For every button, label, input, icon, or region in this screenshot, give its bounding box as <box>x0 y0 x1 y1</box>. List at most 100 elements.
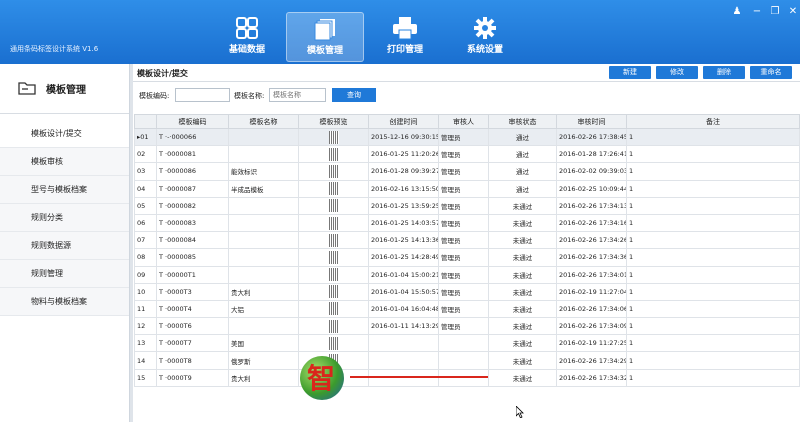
cell-preview <box>298 162 369 181</box>
template-thumbnail[interactable] <box>328 182 339 196</box>
table-row[interactable]: 04 T ·0000087 半成品模板 2016-02-16 13:15:50 管理员通… <box>134 179 800 198</box>
cell-code: T ·0000T6 <box>156 317 229 336</box>
sidebar-item-rule-management[interactable]: 规则管理 <box>0 260 129 288</box>
cell-preview <box>298 248 369 267</box>
cell-code: T ·0000T3 <box>156 282 229 301</box>
edit-button[interactable]: 修改 <box>656 66 698 79</box>
cell-reviewed: 2016-02-25 10:09:44 <box>556 179 627 198</box>
cell-name: 贵大利 <box>228 282 299 301</box>
cell-name <box>228 231 299 250</box>
table-row[interactable]: 03 T ·0000086 能效标识 2016-01-28 09:39:27 管理员 通过… <box>134 162 800 181</box>
col-status[interactable]: 审核状态 <box>488 114 557 129</box>
cell-preview <box>298 334 369 353</box>
cell-code: T ·0000T4 <box>156 299 229 319</box>
app-header: 通用条码标签设计系统 V1.6 基础数据 模板管理 打印管理 系统设置 ♟ − … <box>0 0 800 64</box>
sidebar-item-model-template[interactable]: 型号与模板档案 <box>0 176 129 204</box>
cell-preview <box>298 231 369 250</box>
table-row[interactable]: 06 T ·0000083 2016-01-25 14:03:57 管理员 未通过 201… <box>134 213 800 233</box>
rename-button[interactable]: 重命名 <box>750 66 792 79</box>
nav-print-management[interactable]: 打印管理 <box>366 12 444 62</box>
sidebar-item-rule-datasource[interactable]: 规则数据源 <box>0 232 129 260</box>
sidebar-item-template-review[interactable]: 模板审核 <box>0 148 129 176</box>
cell-created: 2016-01-11 14:13:29 <box>368 317 439 336</box>
code-input[interactable] <box>175 88 230 102</box>
rowno: 11 <box>134 299 157 319</box>
query-button[interactable]: 查询 <box>332 88 376 102</box>
user-icon[interactable]: ♟ <box>730 6 744 17</box>
cell-note: 1 <box>626 231 800 250</box>
minimize-icon[interactable]: − <box>750 6 764 17</box>
table-row[interactable]: 09 T ·00000T1 2016-01-04 15:00:21 管理员 未通过 201… <box>134 265 800 284</box>
grid-icon <box>208 12 286 42</box>
cell-code: T ·0000082 <box>156 196 229 215</box>
template-thumbnail[interactable] <box>328 302 339 316</box>
cell-name <box>228 265 299 284</box>
cell-status: 通过 <box>488 162 557 181</box>
cell-created: 2016-01-28 09:39:27 <box>368 162 439 181</box>
col-code[interactable]: 模板编码 <box>156 114 229 129</box>
cell-code: T ·0000085 <box>156 248 229 267</box>
cell-reviewer: 管理员 <box>438 145 489 164</box>
close-icon[interactable]: ✕ <box>786 6 800 17</box>
table-row[interactable]: ▸01 T ·-·000066 2015-12-16 09:30:15 管理员 通过 20… <box>134 127 800 147</box>
table-row[interactable]: 05 T ·0000082 2016-01-25 13:59:25 管理员 未通过 201… <box>134 196 800 215</box>
gear-icon <box>446 12 524 42</box>
sidebar-item-rule-category[interactable]: 规则分类 <box>0 204 129 232</box>
table-row[interactable]: 02 T ·0000081 2016-01-25 11:20:26 管理员 通过 2016… <box>134 145 800 164</box>
table-row[interactable]: 12 T ·0000T6 2016-01-11 14:13:29 管理员 未通过 2016… <box>134 317 800 336</box>
template-thumbnail[interactable] <box>328 336 339 350</box>
cell-code: T ·0000081 <box>156 145 229 164</box>
delete-button[interactable]: 删除 <box>703 66 745 79</box>
code-label: 模板编码: <box>139 92 170 100</box>
cell-name: 大铝 <box>228 299 299 319</box>
cell-created: 2016-01-25 14:13:36 <box>368 231 439 250</box>
rowno: 03 <box>134 162 157 181</box>
template-thumbnail[interactable] <box>328 147 339 161</box>
template-thumbnail[interactable] <box>328 199 339 213</box>
new-button[interactable]: 新建 <box>609 66 651 79</box>
col-reviewed[interactable]: 审核时间 <box>556 114 627 129</box>
template-table: 模板编码 模板名称 模板预览 创建时间 审核人 审核状态 审核时间 备注 ▸01… <box>134 114 800 387</box>
template-thumbnail[interactable] <box>328 164 339 178</box>
cell-status: 未通过 <box>488 231 557 250</box>
rowno: 13 <box>134 334 157 353</box>
col-preview[interactable]: 模板预览 <box>298 114 369 129</box>
table-row[interactable]: 11 T ·0000T4 大铝 2016-01-04 16:04:48 管理员 未通过 20… <box>134 299 800 319</box>
nav-system-settings[interactable]: 系统设置 <box>446 12 524 62</box>
template-thumbnail[interactable] <box>328 130 339 144</box>
sidebar-item-template-design[interactable]: 模板设计/提交 <box>0 120 129 148</box>
template-thumbnail[interactable] <box>328 216 339 230</box>
col-reviewer[interactable]: 审核人 <box>438 114 489 129</box>
cell-created: 2016-01-04 15:00:21 <box>368 265 439 284</box>
template-thumbnail[interactable] <box>328 250 339 264</box>
template-thumbnail[interactable] <box>328 285 339 299</box>
cell-preview <box>298 299 369 319</box>
table-row[interactable]: 08 T ·0000085 2016-01-25 14:28:49 管理员 未通过 201… <box>134 248 800 267</box>
main-toolbar: 模板设计/提交 新建 修改 删除 重命名 <box>133 64 800 82</box>
table-row[interactable]: 10 T ·0000T3 贵大利 2016-01-04 15:50:57 管理员 未通过 2… <box>134 282 800 301</box>
col-created[interactable]: 创建时间 <box>368 114 439 129</box>
table-row[interactable]: 07 T ·0000084 2016-01-25 14:13:36 管理员 未通过 201… <box>134 231 800 250</box>
col-note[interactable]: 备注 <box>626 114 800 129</box>
cell-reviewed: 2016-02-02 09:39:03 <box>556 162 627 181</box>
maximize-icon[interactable]: ❐ <box>768 6 782 17</box>
template-thumbnail[interactable] <box>328 319 339 333</box>
cell-code: T ·0000084 <box>156 231 229 250</box>
cell-note: 1 <box>626 368 800 387</box>
cell-reviewed: 2016-02-26 17:34:13 <box>556 196 627 215</box>
sidebar-item-material-template[interactable]: 物料与模板档案 <box>0 288 129 316</box>
template-thumbnail[interactable] <box>328 233 339 247</box>
template-thumbnail[interactable] <box>328 268 339 282</box>
cell-reviewed: 2016-02-19 11:27:25 <box>556 334 627 353</box>
col-name[interactable]: 模板名称 <box>228 114 299 129</box>
cell-reviewer: 管理员 <box>438 317 489 336</box>
cell-status: 未通过 <box>488 213 557 233</box>
cell-created <box>368 334 439 353</box>
nav-template-management[interactable]: 模板管理 <box>286 12 364 62</box>
nav-basic-data[interactable]: 基础数据 <box>208 12 286 62</box>
table-row[interactable]: 13 T ·0000T7 美国 未通过 2016-02-19 11:27:25 1 <box>134 334 800 353</box>
cell-reviewed: 2016-02-19 11:27:04 <box>556 282 627 301</box>
cell-status: 未通过 <box>488 351 557 370</box>
rowno: ▸01 <box>134 127 157 147</box>
name-input[interactable] <box>269 88 326 102</box>
